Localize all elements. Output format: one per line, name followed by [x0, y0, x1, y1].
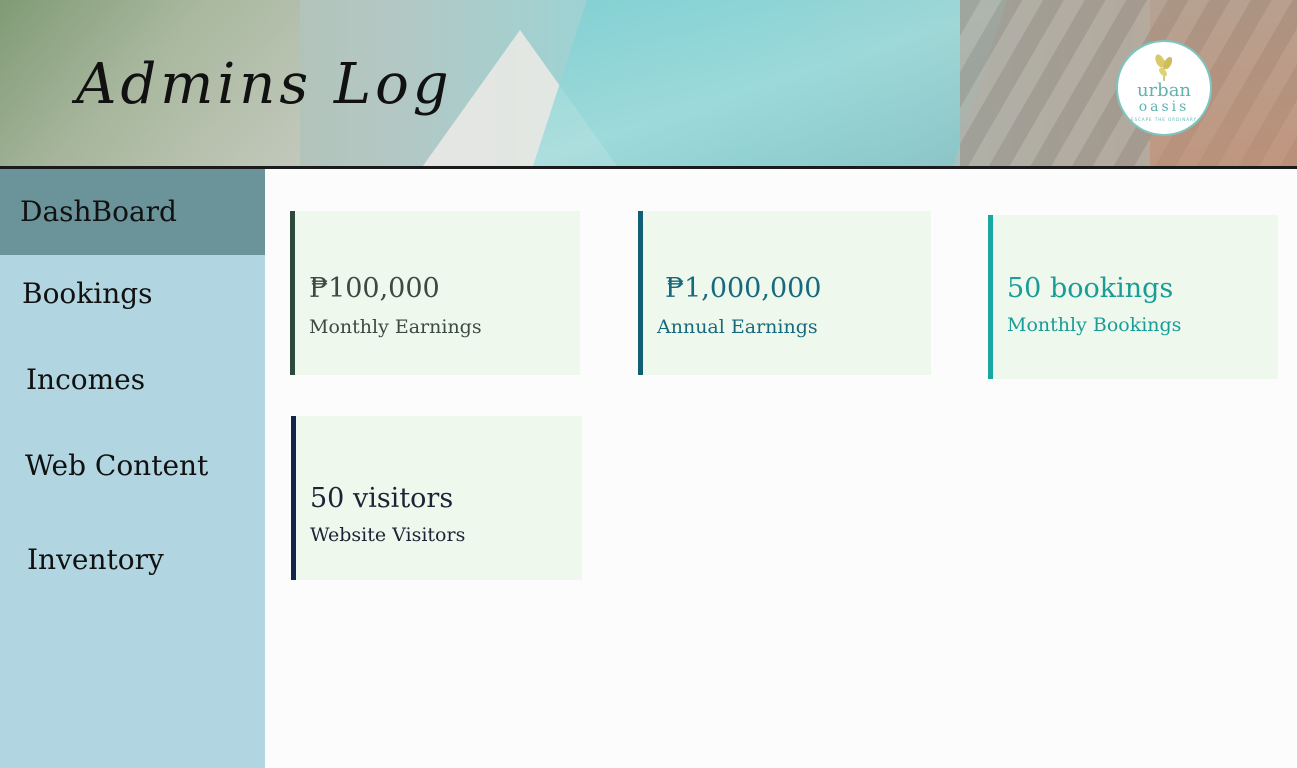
stat-value: 50 visitors [310, 483, 454, 514]
sidebar-item-label: Web Content [25, 449, 209, 482]
sidebar: DashBoard Bookings Incomes Web Content I… [0, 169, 265, 768]
sidebar-item-label: Incomes [26, 363, 146, 396]
stat-card-monthly-earnings: ₱100,000 Monthly Earnings [290, 211, 580, 375]
stat-card-website-visitors: 50 visitors Website Visitors [291, 416, 582, 580]
stat-label: Website Visitors [310, 524, 466, 546]
leaf-icon [1155, 54, 1173, 81]
stat-value: ₱100,000 [309, 273, 440, 304]
sidebar-item-inventory[interactable]: Inventory [0, 535, 265, 589]
stat-label: Monthly Earnings [309, 316, 482, 338]
stat-card-monthly-bookings: 50 bookings Monthly Bookings [988, 215, 1278, 379]
sidebar-item-label: Bookings [22, 277, 153, 310]
sidebar-item-incomes[interactable]: Incomes [0, 355, 265, 409]
urban-oasis-logo: urban oasis ESCAPE THE ORDINARY [1116, 40, 1212, 136]
stat-label: Monthly Bookings [1007, 314, 1182, 336]
logo-text-urban: urban [1136, 80, 1192, 101]
logo-text-oasis: oasis [1138, 99, 1190, 115]
sidebar-item-label: DashBoard [20, 195, 177, 228]
sidebar-item-label: Inventory [27, 543, 164, 576]
stat-value: 50 bookings [1007, 273, 1174, 304]
stat-card-annual-earnings: ₱1,000,000 Annual Earnings [638, 211, 931, 375]
sidebar-item-dashboard[interactable]: DashBoard [0, 169, 265, 255]
stat-value: ₱1,000,000 [665, 273, 822, 304]
sidebar-item-bookings[interactable]: Bookings [0, 269, 265, 323]
stat-label: Annual Earnings [657, 316, 818, 338]
page-title: Admins Log [76, 52, 453, 117]
sidebar-item-web-content[interactable]: Web Content [0, 441, 265, 495]
banner-pool [533, 0, 1007, 166]
header-banner: Admins Log urban oasis ESCAPE THE ORDINA… [0, 0, 1297, 166]
logo-tagline: ESCAPE THE ORDINARY [1131, 117, 1197, 122]
